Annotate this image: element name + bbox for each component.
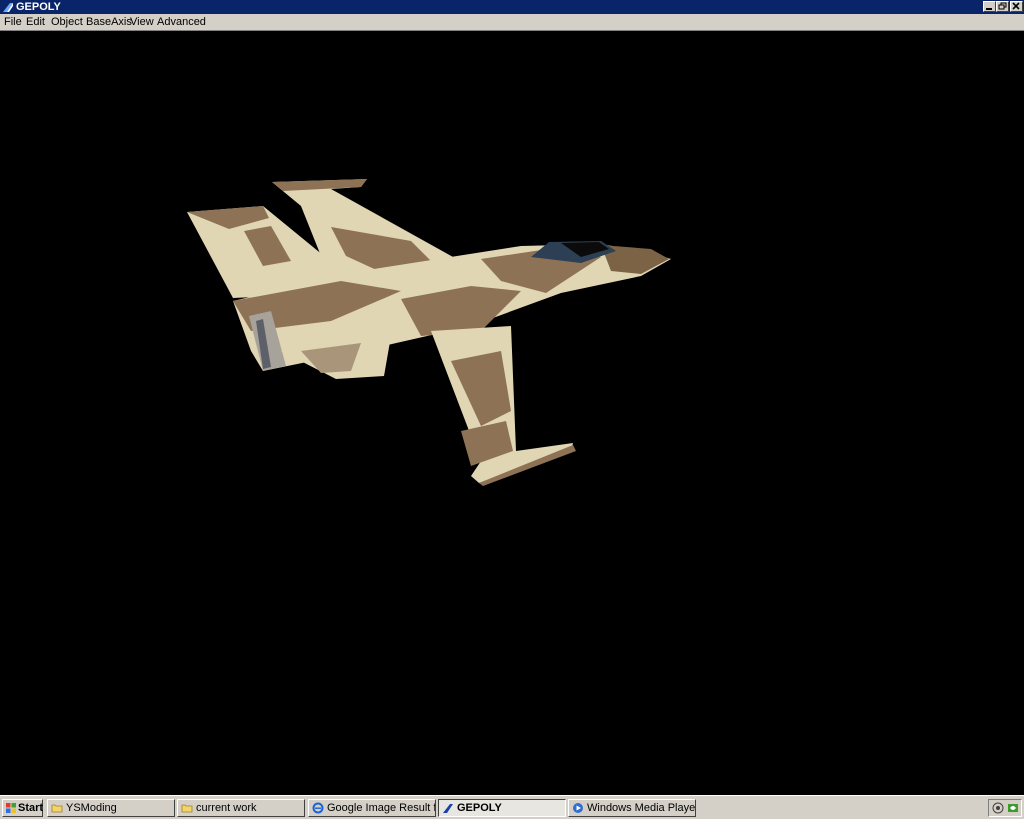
task-current-work[interactable]: current work xyxy=(177,799,305,817)
title-bar[interactable]: GEPOLY xyxy=(0,0,1024,14)
task-label: current work xyxy=(196,802,257,814)
jet-model xyxy=(187,179,671,486)
menu-file[interactable]: File xyxy=(4,16,22,29)
menu-bar: File Edit Object BaseAxis View Advanced xyxy=(0,14,1024,31)
menu-edit[interactable]: Edit xyxy=(26,16,45,29)
folder-icon xyxy=(51,804,63,813)
gepoly-icon xyxy=(443,804,453,813)
task-ysmoding[interactable]: YSModing xyxy=(47,799,175,817)
task-label: GEPOLY xyxy=(457,802,502,814)
3d-viewport[interactable] xyxy=(1,31,1023,795)
menu-object[interactable]: Object xyxy=(51,16,83,29)
tray-help-icon[interactable] xyxy=(992,802,1004,814)
window-title: GEPOLY xyxy=(16,1,61,13)
task-label: Windows Media Player xyxy=(587,802,696,814)
menu-advanced[interactable]: Advanced xyxy=(157,16,206,29)
task-label: Google Image Result for ... xyxy=(327,802,435,814)
gepoly-app-icon xyxy=(3,3,13,12)
task-google-image-result[interactable]: Google Image Result for ... xyxy=(308,799,436,817)
menu-baseaxis[interactable]: BaseAxis xyxy=(86,16,132,29)
task-gepoly[interactable]: GEPOLY xyxy=(438,799,566,817)
system-tray xyxy=(988,799,1022,817)
taskbar: Start YSModing current work Google Image… xyxy=(0,795,1024,819)
tray-nvidia-icon[interactable] xyxy=(1007,802,1019,814)
media-player-icon xyxy=(573,803,583,813)
menu-view[interactable]: View xyxy=(130,16,154,29)
restore-button[interactable] xyxy=(996,1,1009,12)
task-windows-media-player[interactable]: Windows Media Player xyxy=(568,799,696,817)
task-label: YSModing xyxy=(66,802,117,814)
start-label: Start xyxy=(18,802,44,814)
folder-icon xyxy=(181,804,193,813)
close-button[interactable] xyxy=(1010,1,1023,12)
start-button[interactable]: Start xyxy=(2,799,43,817)
ie-icon xyxy=(312,802,324,814)
minimize-button[interactable] xyxy=(983,1,996,12)
windows-logo-icon xyxy=(6,803,16,813)
